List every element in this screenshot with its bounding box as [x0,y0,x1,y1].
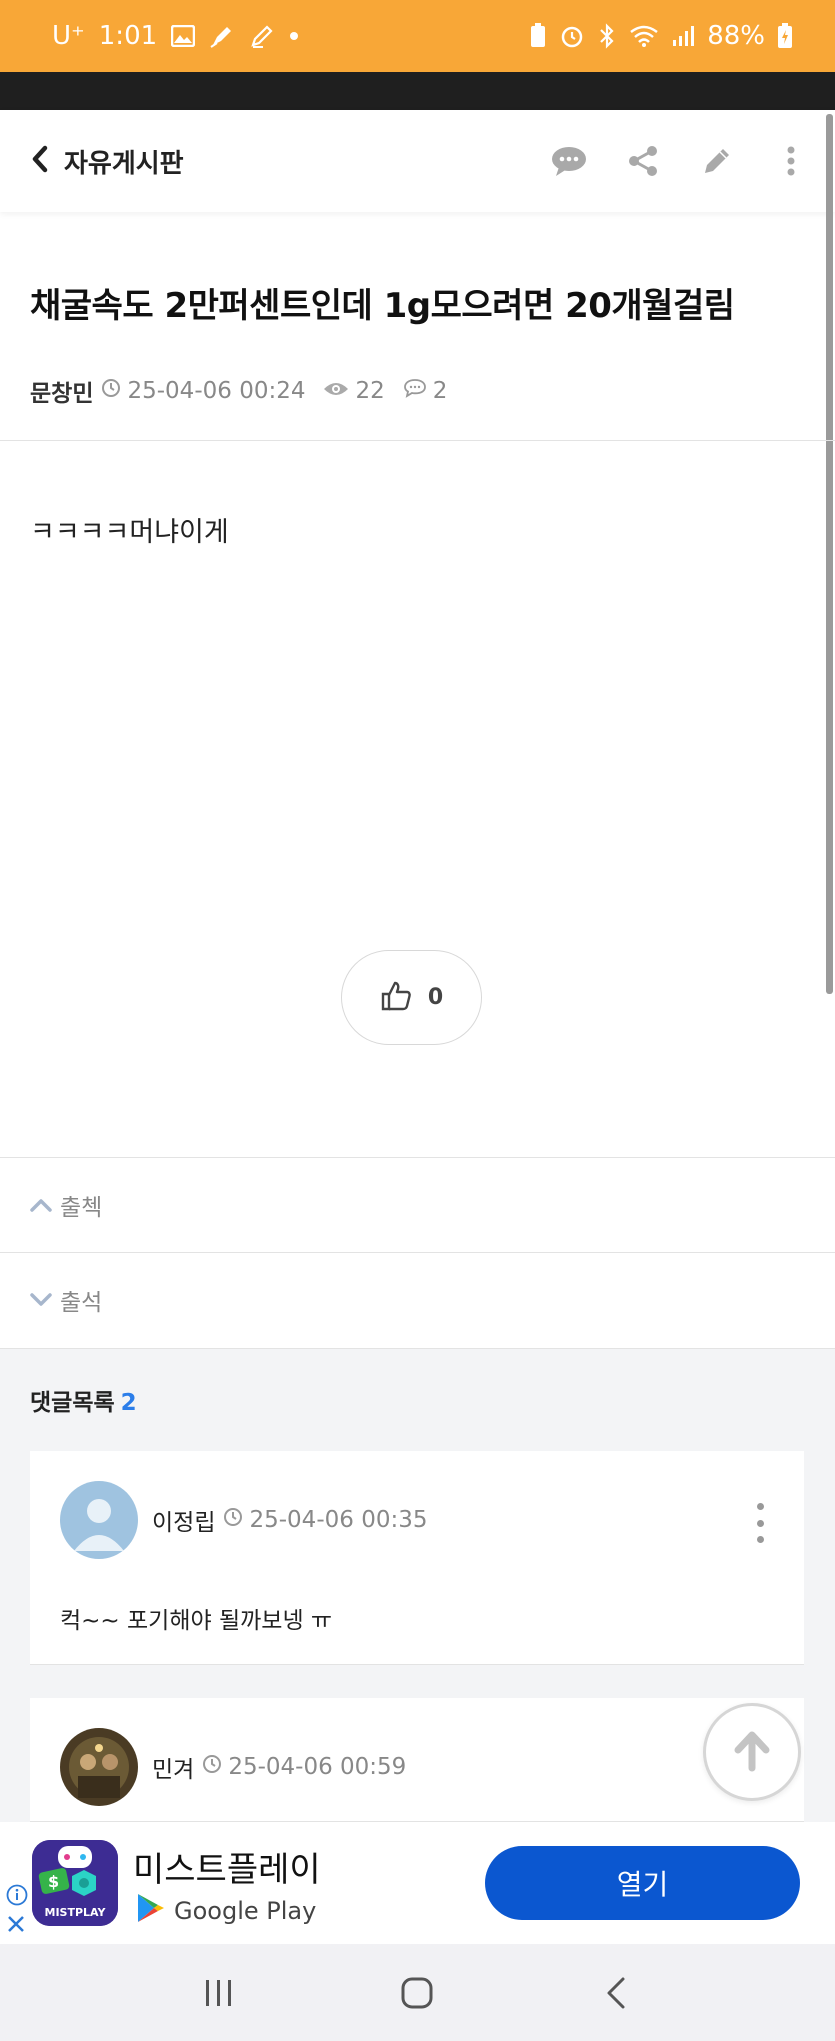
back-nav-icon[interactable] [586,1963,646,2023]
ad-close-icon[interactable] [6,1914,26,1940]
notification-dot-icon [289,31,299,41]
battery-saver-icon [529,23,547,49]
comment-more-icon[interactable] [750,1503,770,1543]
status-left: U⁺ 1:01 [52,21,299,51]
post-comment-count: 2 [432,378,448,404]
prev-post-title: 출첵 [60,1195,103,1221]
comment-item: 이정립 25-04-06 00:35 컥~~ 포기해야 될까보넹 ㅠ [30,1451,804,1665]
ad-store: Google Play [136,1892,316,1930]
bluetooth-icon [597,23,617,49]
status-bar: U⁺ 1:01 88% [0,0,835,72]
post-views-item: 22 [323,378,385,404]
clock-icon [101,378,121,404]
battery-charging-icon [777,23,793,49]
divider [0,440,835,441]
avatar[interactable] [60,1481,138,1559]
ad-app-icon[interactable]: $ MISTPLAY [32,1840,118,1926]
eye-icon [323,378,349,404]
home-icon[interactable] [387,1963,447,2023]
post-author[interactable]: 문창민 [30,374,93,408]
comment-bubble-icon [403,378,427,404]
chevron-left-icon [30,145,50,177]
pen-icon [209,23,235,49]
clock-icon [223,1507,243,1533]
back-button[interactable]: 자유게시판 [30,143,184,180]
scroll-to-top-button[interactable] [703,1703,801,1801]
battery-percent: 88% [707,21,765,51]
like-count: 0 [427,985,444,1010]
like-button[interactable]: 0 [341,950,482,1045]
recent-apps-icon[interactable] [189,1963,249,2023]
ad-info-icon[interactable] [6,1884,28,1910]
comment-text: 컥~~ 포기해야 될까보넹 ㅠ [60,1608,333,1634]
post-body: ㅋㅋㅋㅋ머냐이게 [30,517,229,548]
comment-date-text: 25-04-06 00:35 [249,1507,428,1533]
app-banner-strip [0,72,835,110]
post-comments-item: 2 [403,378,448,404]
comment-icon[interactable] [549,141,589,181]
top-app-bar: 자유게시판 [0,110,835,212]
comment-item: 민겨 25-04-06 00:59 [30,1698,804,1822]
comment-date-text: 25-04-06 00:59 [228,1754,407,1780]
chevron-up-icon [30,1192,52,1218]
alarm-icon [559,23,585,49]
arrow-up-icon [730,1728,774,1776]
signal-icon [671,24,695,48]
comment-header: 이정립 25-04-06 00:35 [60,1481,427,1559]
comments-title: 댓글목록 [30,1390,115,1416]
comment-date: 25-04-06 00:35 [223,1507,427,1533]
ad-app-name: 미스트플레이 [133,1850,321,1890]
comment-author[interactable]: 민겨 [152,1750,194,1784]
carrier-label: U⁺ [52,21,85,51]
scrollbar[interactable] [826,114,833,994]
chevron-down-icon [30,1287,52,1313]
ad-banner[interactable]: $ MISTPLAY 미스트플레이 Google Play 열기 [0,1822,835,1944]
board-title: 자유게시판 [64,148,184,179]
clock-icon [202,1754,222,1780]
comment-header: 민겨 25-04-06 00:59 [60,1728,406,1806]
post-date: 25-04-06 00:24 [127,378,306,404]
comments-heading: 댓글목록 2 [30,1383,137,1417]
wifi-icon [629,24,659,48]
share-icon[interactable] [623,141,663,181]
post-meta: 문창민 25-04-06 00:24 22 2 [30,374,465,408]
header-actions [549,141,811,181]
prev-post-link[interactable]: 출첵 [0,1158,835,1252]
thumbs-up-icon [380,980,412,1016]
post-views: 22 [355,378,385,404]
more-vert-icon[interactable] [771,141,811,181]
avatar[interactable] [60,1728,138,1806]
system-nav-bar [0,1944,835,2041]
time-label: 1:01 [98,21,158,51]
edit-note-icon [249,23,275,49]
gallery-icon [171,25,196,47]
page: U⁺ 1:01 88% 자유게시판 채굴속도 2만퍼센트인데 1g모으려면 20… [0,0,835,2041]
next-post-link[interactable]: 출석 [0,1253,835,1347]
pencil-icon[interactable] [697,141,737,181]
status-right: 88% [529,21,793,51]
ad-icon-text: MISTPLAY [44,1906,106,1919]
next-post-title: 출석 [60,1290,103,1316]
ad-open-button[interactable]: 열기 [485,1846,800,1920]
comment-date: 25-04-06 00:59 [202,1754,406,1780]
post-title: 채굴속도 2만퍼센트인데 1g모으려면 20개월걸림 [30,286,735,326]
comment-author[interactable]: 이정립 [152,1503,215,1537]
ad-store-label: Google Play [174,1897,317,1925]
svg-text:$: $ [48,1872,59,1891]
google-play-icon [136,1892,166,1930]
post-date-item: 25-04-06 00:24 [101,378,305,404]
comments-count: 2 [120,1390,137,1416]
